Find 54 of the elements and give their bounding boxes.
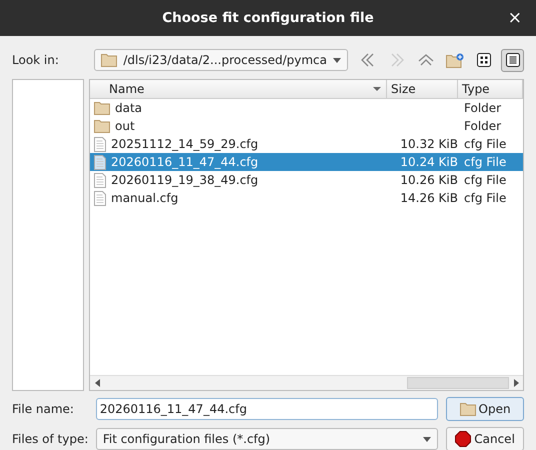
file-icon — [94, 172, 106, 188]
file-icon — [94, 136, 106, 152]
new-folder-icon — [446, 52, 464, 68]
stop-icon — [455, 431, 472, 447]
file-row[interactable]: out Folder — [90, 117, 523, 135]
file-type: cfg File — [464, 173, 506, 187]
file-icon — [94, 154, 106, 170]
file-row[interactable]: 20260119_19_38_49.cfg 10.26 KiB cfg File — [90, 171, 523, 189]
file-type: Folder — [464, 101, 502, 115]
toolbar-button[interactable] — [501, 48, 524, 72]
file-name: manual.cfg — [111, 191, 178, 205]
horizontal-scrollbar[interactable] — [90, 375, 523, 390]
left-arrow-icon — [94, 379, 100, 387]
file-name: data — [115, 101, 142, 115]
forward-arrow-icon — [388, 53, 404, 67]
folder-icon — [460, 402, 476, 416]
file-type: cfg File — [464, 191, 506, 205]
file-row[interactable]: data Folder — [90, 99, 523, 117]
file-row[interactable]: 20251112_14_59_29.cfg 10.32 KiB cfg File — [90, 135, 523, 153]
column-header[interactable]: Type — [458, 80, 523, 98]
file-type-label: Files of type: — [12, 432, 90, 446]
open-button[interactable]: Open — [446, 397, 524, 421]
file-size: 10.32 KiB — [400, 137, 458, 151]
folder-icon — [94, 119, 110, 133]
file-name: 20251112_14_59_29.cfg — [111, 137, 258, 151]
grid-view-icon — [476, 53, 490, 67]
column-header[interactable]: Size — [387, 80, 458, 98]
file-name: 20260119_19_38_49.cfg — [111, 173, 258, 187]
window-title: Choose fit configuration file — [162, 10, 374, 26]
folder-icon — [94, 101, 110, 115]
file-type: cfg File — [464, 137, 506, 151]
file-name-label: File name: — [12, 402, 75, 416]
look-in-dropdown[interactable]: /dls/i23/data/2...processed/pymca — [94, 49, 348, 71]
folder-icon — [101, 53, 118, 67]
file-size: 10.24 KiB — [400, 155, 458, 169]
file-type-dropdown[interactable]: Fit configuration files (*.cfg) — [96, 428, 438, 450]
look-in-label: Look in: — [12, 53, 60, 67]
file-size: 10.26 KiB — [400, 173, 458, 187]
file-type: Folder — [464, 119, 502, 133]
column-header[interactable]: Name — [90, 80, 387, 98]
cancel-button[interactable]: Cancel — [446, 427, 524, 450]
close-button[interactable]: × — [504, 8, 526, 28]
file-row[interactable]: manual.cfg 14.26 KiB cfg File — [90, 189, 523, 207]
file-type: cfg File — [464, 155, 506, 169]
file-icon — [94, 190, 106, 206]
back-arrow-icon — [360, 53, 376, 67]
file-name-field[interactable]: 20260116_11_47_44.cfg — [96, 398, 438, 420]
file-size: 14.26 KiB — [400, 191, 458, 205]
right-arrow-icon — [514, 379, 518, 387]
file-name: 20260116_11_47_44.cfg — [111, 155, 258, 169]
file-row[interactable]: 20260116_11_47_44.cfg 10.24 KiB cfg File — [90, 153, 523, 171]
list-view-icon — [506, 53, 520, 67]
up-arrow-icon — [418, 52, 434, 68]
file-name: out — [115, 119, 135, 133]
